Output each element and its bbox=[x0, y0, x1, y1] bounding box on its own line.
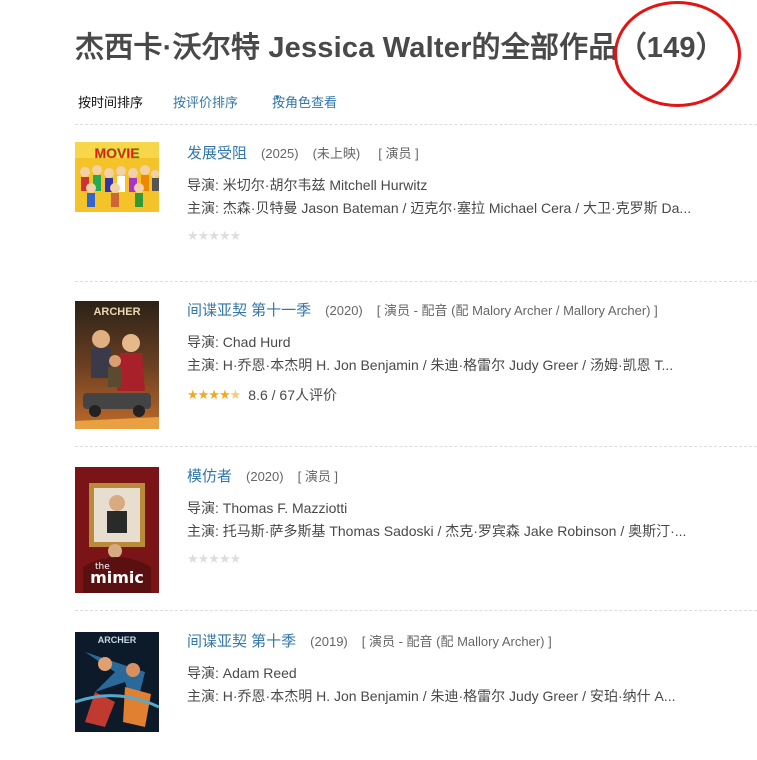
work-credits: 导演: Thomas F. Mazziotti 主演: 托马斯·萨多斯基 Tho… bbox=[187, 497, 727, 543]
cast-names: H·乔恩·本杰明 H. Jon Benjamin / 朱迪·格雷尔 Judy G… bbox=[222, 688, 676, 704]
rating-text: 8.6 / 67人评价 bbox=[248, 387, 337, 403]
sort-by-rating[interactable]: 按评价排序 bbox=[173, 92, 238, 111]
work-role: [ 演员 ] bbox=[378, 146, 419, 161]
cast-line: 主演: 托马斯·萨多斯基 Thomas Sadoski / 杰克·罗宾森 Jak… bbox=[187, 520, 727, 543]
work-status: (未上映) bbox=[312, 146, 361, 161]
star-rating: ★★★★★ bbox=[187, 387, 242, 402]
work-title-link[interactable]: 模仿者 bbox=[187, 468, 232, 485]
stars-filled: ★★★★ bbox=[187, 387, 231, 402]
page-title-text: 杰西卡·沃尔特 Jessica Walter的全部作品 bbox=[75, 32, 618, 64]
director-label: 导演: bbox=[187, 334, 223, 350]
poster-image: the mimic bbox=[75, 467, 159, 593]
divider bbox=[75, 610, 757, 611]
poster-archer-s11[interactable]: ARCHER bbox=[75, 301, 159, 429]
work-role: [ 演员 - 配音 (配 Mallory Archer) ] bbox=[361, 634, 552, 649]
rating-line: ★★★★★ bbox=[187, 228, 757, 248]
director-names: Chad Hurd bbox=[222, 334, 291, 350]
poster-image: MOVIE bbox=[75, 142, 159, 212]
caret-down-icon: ▾ bbox=[275, 92, 280, 102]
cast-line: 主演: H·乔恩·本杰明 H. Jon Benjamin / 朱迪·格雷尔 Ju… bbox=[187, 354, 727, 377]
director-line: 导演: Adam Reed bbox=[187, 662, 727, 685]
poster-archer-s10[interactable]: ARCHER bbox=[75, 632, 159, 732]
divider bbox=[75, 446, 757, 447]
work-header: 间谍亚契 第十季 (2019) [ 演员 - 配音 (配 Mallory Arche… bbox=[187, 630, 757, 652]
divider bbox=[75, 281, 757, 282]
poster-logo-text: ARCHER bbox=[98, 635, 137, 645]
cast-line: 主演: H·乔恩·本杰明 H. Jon Benjamin / 朱迪·格雷尔 Ju… bbox=[187, 685, 727, 708]
director-names: Adam Reed bbox=[222, 665, 297, 681]
view-by-role-label: 按角色查看 bbox=[272, 95, 338, 110]
work-title-link[interactable]: 间谍亚契 第十季 bbox=[187, 633, 296, 650]
cast-label: 主演: bbox=[187, 357, 223, 373]
work-item: MOVIE 发展受阻 (2025) (未上映) [ 演员 ] 导演: 米切尔·胡尔韦兹… bbox=[75, 142, 757, 272]
work-header: 间谍亚契 第十一季 (2020) [ 演员 - 配音 (配 Malory Arche… bbox=[187, 299, 757, 321]
work-info: 间谍亚契 第十一季 (2020) [ 演员 - 配音 (配 Malory Arche… bbox=[187, 299, 757, 405]
director-line: 导演: Chad Hurd bbox=[187, 331, 727, 354]
director-line: 导演: 米切尔·胡尔韦兹 Mitchell Hurwitz bbox=[187, 174, 727, 197]
sort-by-time[interactable]: 按时间排序 bbox=[78, 92, 143, 111]
work-credits: 导演: Adam Reed 主演: H·乔恩·本杰明 H. Jon Benjam… bbox=[187, 662, 727, 708]
work-credits: 导演: 米切尔·胡尔韦兹 Mitchell Hurwitz 主演: 杰森·贝特曼… bbox=[187, 174, 727, 220]
work-info: 间谍亚契 第十季 (2019) [ 演员 - 配音 (配 Mallory Arche… bbox=[187, 630, 757, 708]
director-label: 导演: bbox=[187, 177, 223, 193]
work-credits: 导演: Chad Hurd 主演: H·乔恩·本杰明 H. Jon Benjam… bbox=[187, 331, 727, 377]
director-line: 导演: Thomas F. Mazziotti bbox=[187, 497, 727, 520]
cast-label: 主演: bbox=[187, 523, 223, 539]
work-title-link[interactable]: 间谍亚契 第十一季 bbox=[187, 302, 311, 319]
star-rating-empty: ★★★★★ bbox=[187, 551, 241, 566]
director-label: 导演: bbox=[187, 500, 223, 516]
red-annotation-circle bbox=[614, 1, 741, 107]
cast-label: 主演: bbox=[187, 688, 223, 704]
divider bbox=[75, 124, 757, 125]
work-info: 模仿者 (2020) [ 演员 ] 导演: Thomas F. Mazziotti … bbox=[187, 465, 757, 571]
poster-image: ARCHER bbox=[75, 301, 159, 429]
work-header: 发展受阻 (2025) (未上映) [ 演员 ] bbox=[187, 142, 757, 164]
rating-line: ★★★★★ 8.6 / 67人评价 bbox=[187, 385, 757, 405]
poster-arrested-development[interactable]: MOVIE bbox=[75, 142, 159, 212]
cast-names: H·乔恩·本杰明 H. Jon Benjamin / 朱迪·格雷尔 Judy G… bbox=[222, 357, 674, 373]
poster-image: ARCHER bbox=[75, 632, 159, 732]
cast-label: 主演: bbox=[187, 200, 223, 216]
poster-logo-text: MOVIE bbox=[94, 145, 139, 161]
cast-names: 托马斯·萨多斯基 Thomas Sadoski / 杰克·罗宾森 Jake Ro… bbox=[222, 523, 687, 539]
cast-line: 主演: 杰森·贝特曼 Jason Bateman / 迈克尔·塞拉 Michae… bbox=[187, 197, 727, 220]
star-rating-empty: ★★★★★ bbox=[187, 228, 241, 243]
work-item: the mimic 模仿者 (2020) [ 演员 ] 导演: Thomas F. … bbox=[75, 465, 757, 595]
work-year: (2020) bbox=[246, 469, 284, 484]
cast-names: 杰森·贝特曼 Jason Bateman / 迈克尔·塞拉 Michael Ce… bbox=[222, 200, 692, 216]
work-year: (2025) bbox=[261, 146, 299, 161]
work-header: 模仿者 (2020) [ 演员 ] bbox=[187, 465, 757, 487]
rating-line: ★★★★★ bbox=[187, 551, 757, 571]
stars-half: ★ bbox=[229, 387, 242, 402]
work-item: ARCHER 间谍亚契 第十一季 (2020) [ 演员 - 配音 (配 Malor… bbox=[75, 299, 757, 429]
work-title-link[interactable]: 发展受阻 bbox=[187, 145, 247, 162]
poster-logo-text: ARCHER bbox=[93, 306, 140, 318]
work-item: ARCHER 间谍亚契 第十季 (2019) [ 演员 - 配音 (配 Mallor… bbox=[75, 630, 757, 760]
poster-logo-text: mimic bbox=[90, 568, 144, 587]
work-year: (2020) bbox=[325, 303, 363, 318]
director-names: Thomas F. Mazziotti bbox=[222, 500, 348, 516]
work-role: [ 演员 - 配音 (配 Malory Archer / Mallory Arc… bbox=[376, 303, 658, 318]
director-names: 米切尔·胡尔韦兹 Mitchell Hurwitz bbox=[222, 177, 428, 193]
work-info: 发展受阻 (2025) (未上映) [ 演员 ] 导演: 米切尔·胡尔韦兹 Mitch… bbox=[187, 142, 757, 248]
work-year: (2019) bbox=[310, 634, 348, 649]
work-role: [ 演员 ] bbox=[297, 469, 339, 484]
poster-the-mimic[interactable]: the mimic bbox=[75, 467, 159, 593]
director-label: 导演: bbox=[187, 665, 223, 681]
